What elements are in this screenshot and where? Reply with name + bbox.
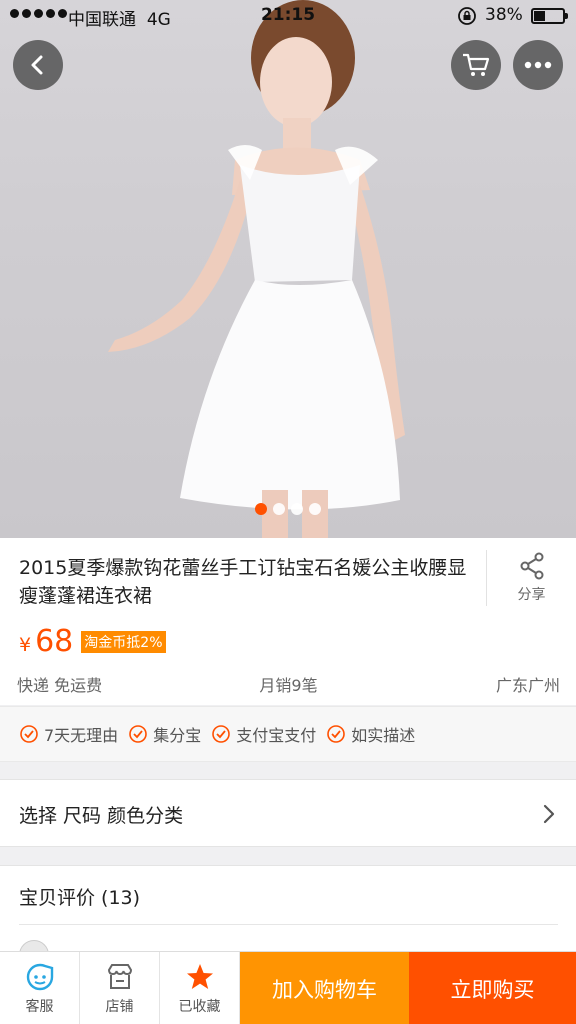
carousel-dot: [273, 503, 285, 515]
product-image-carousel[interactable]: 中国联通 4G 21:15 38%: [0, 0, 576, 538]
cart-button[interactable]: [451, 40, 501, 90]
monthly-sales: 月销9笔: [259, 676, 318, 695]
carousel-dot: [291, 503, 303, 515]
share-button[interactable]: 分享: [486, 550, 576, 606]
price-row: ¥ 68 淘金币抵2%: [19, 624, 166, 659]
share-label: 分享: [517, 587, 546, 603]
buy-now-button[interactable]: 立即购买: [409, 952, 576, 1024]
check-circle-icon: [327, 725, 346, 743]
share-icon: [520, 552, 543, 580]
carousel-dot: [309, 503, 321, 515]
reviews-heading: 宝贝评价 (13): [19, 887, 141, 909]
guarantee-item: 支付宝支付: [211, 722, 316, 746]
shop-label: 店铺: [105, 999, 134, 1015]
service-icon: [26, 963, 53, 991]
star-icon: [186, 964, 213, 989]
battery-level-fill: [534, 11, 545, 21]
reviews-section[interactable]: 宝贝评价 (13): [0, 865, 576, 970]
add-to-cart-button[interactable]: 加入购物车: [240, 952, 409, 1024]
shop-button[interactable]: 店铺: [80, 952, 160, 1024]
favorite-button[interactable]: 已收藏: [160, 952, 240, 1024]
shop-icon: [107, 964, 132, 989]
guarantee-label: 7天无理由: [44, 726, 119, 745]
battery-icon: [531, 8, 568, 24]
coin-discount-tag: 淘金币抵2%: [81, 631, 166, 653]
more-icon: [524, 61, 552, 69]
service-guarantees[interactable]: 7天无理由 集分宝 支付宝支付 如实描述: [0, 706, 576, 762]
carousel-dot: [255, 503, 267, 515]
back-button[interactable]: [13, 40, 63, 90]
seller-location: 广东广州: [495, 676, 560, 695]
rotation-lock-icon: [458, 7, 476, 25]
status-bar: 中国联通 4G 21:15 38%: [0, 0, 576, 34]
guarantee-label: 支付宝支付: [236, 726, 317, 745]
product-title: 2015夏季爆款钩花蕾丝手工订钻宝石名媛公主收腰显瘦蓬蓬裙连衣裙: [19, 557, 467, 607]
chevron-left-icon: [31, 55, 43, 75]
divider: [19, 924, 558, 925]
more-button[interactable]: [513, 40, 563, 90]
product-info: 2015夏季爆款钩花蕾丝手工订钻宝石名媛公主收腰显瘦蓬蓬裙连衣裙 分享 ¥ 68…: [0, 538, 576, 705]
guarantee-item: 7天无理由: [19, 722, 118, 746]
currency-symbol: ¥: [19, 634, 32, 656]
sku-selector-label: 选择 尺码 颜色分类: [19, 805, 184, 827]
sku-selector[interactable]: 选择 尺码 颜色分类: [0, 779, 576, 847]
check-circle-icon: [20, 725, 38, 743]
guarantee-item: 集分宝: [128, 722, 201, 746]
chevron-right-icon: [543, 804, 555, 824]
check-circle-icon: [212, 725, 231, 743]
battery-percent: 38%: [485, 5, 523, 25]
bottom-action-bar: 客服 店铺 已收藏 加入购物车 立即购买: [0, 951, 576, 1024]
favorite-label: 已收藏: [178, 999, 221, 1015]
check-circle-icon: [129, 725, 147, 743]
service-label: 客服: [25, 999, 54, 1015]
guarantee-label: 如实描述: [351, 726, 416, 745]
service-button[interactable]: 客服: [0, 952, 80, 1024]
cart-icon: [463, 53, 490, 76]
product-price: 68: [35, 624, 74, 659]
guarantee-label: 集分宝: [153, 726, 202, 745]
guarantee-item: 如实描述: [326, 722, 415, 746]
carousel-indicator: [0, 503, 576, 515]
